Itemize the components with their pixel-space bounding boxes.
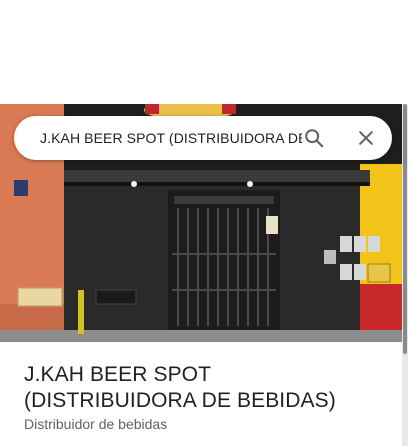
search-bar[interactable]: J.KAH BEER SPOT (DISTRIBUIDORA DE BEBIDA… xyxy=(14,116,392,160)
search-button[interactable] xyxy=(298,122,330,154)
search-icon xyxy=(305,129,324,148)
search-input[interactable]: J.KAH BEER SPOT (DISTRIBUIDORA DE BEBIDA… xyxy=(40,116,302,160)
close-icon xyxy=(359,131,373,145)
scrollbar-thumb[interactable] xyxy=(403,104,407,354)
place-category[interactable]: Distribuidor de bebidas xyxy=(24,416,167,432)
clear-search-button[interactable] xyxy=(350,122,382,154)
place-title: J.KAH BEER SPOT (DISTRIBUIDORA DE BEBIDA… xyxy=(24,363,336,412)
